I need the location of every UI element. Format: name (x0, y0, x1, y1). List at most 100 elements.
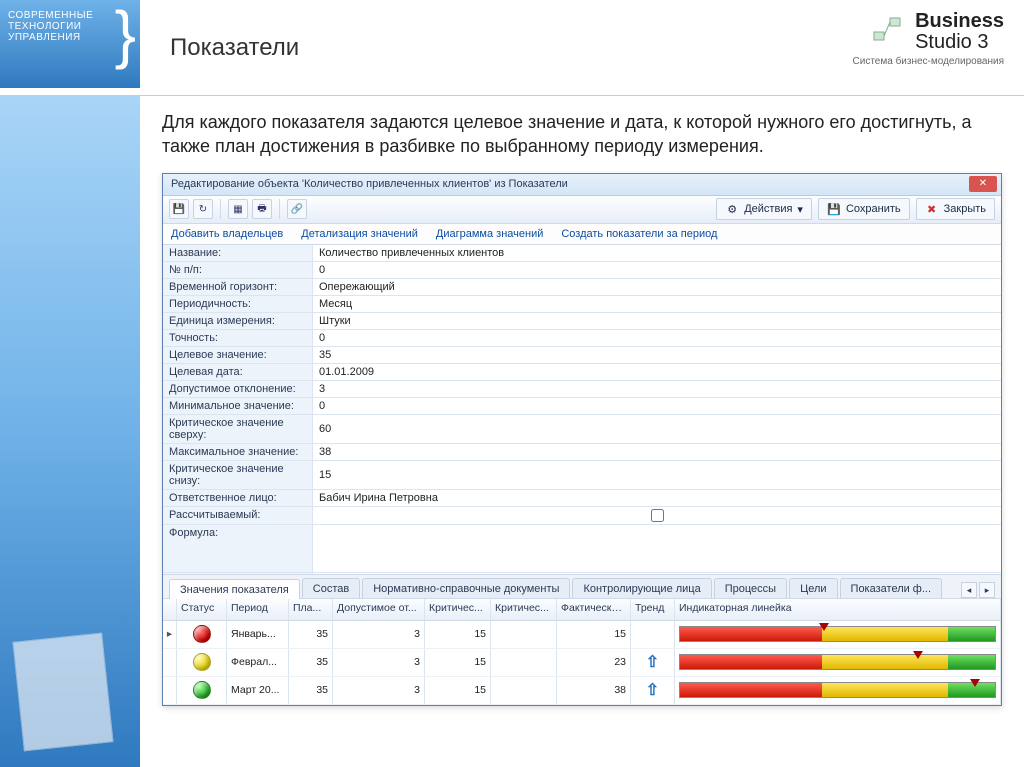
gauge-bar (679, 626, 996, 642)
cell-status (177, 621, 227, 648)
cell-period: Январь... (227, 621, 289, 648)
col-deviation[interactable]: Допустимое от... (333, 599, 425, 620)
col-fact[interactable]: Фактическо... (557, 599, 631, 620)
trend-up-icon: ⇧ (646, 652, 659, 672)
save-button[interactable]: 💾 Сохранить (818, 198, 910, 220)
property-label: Целевая дата: (163, 364, 313, 380)
brand-name-2: Studio 3 (915, 31, 988, 53)
print-icon-button[interactable]: 🖶 (252, 199, 272, 219)
property-label: Критическое значение сверху: (163, 415, 313, 443)
property-label: Рассчитываемый: (163, 507, 313, 524)
property-value[interactable]: 01.01.2009 (313, 364, 1001, 380)
brand-left: СОВРЕМЕННЫЕ ТЕХНОЛОГИИ УПРАВЛЕНИЯ } (0, 0, 140, 88)
grid-icon-button[interactable]: ▦ (228, 199, 248, 219)
property-value[interactable]: 38 (313, 444, 1001, 460)
cell-crit-high (491, 677, 557, 704)
property-row: Критическое значение сверху:60 (163, 415, 1001, 444)
link-create-period[interactable]: Создать показатели за период (561, 228, 717, 240)
col-period[interactable]: Период (227, 599, 289, 620)
property-value[interactable]: 0 (313, 398, 1001, 414)
table-row[interactable]: Март 20...3531538⇧ (163, 677, 1001, 705)
brand-left-line3: УПРАВЛЕНИЯ (8, 32, 132, 43)
link-detail-values[interactable]: Детализация значений (301, 228, 418, 240)
cell-crit-low: 15 (425, 677, 491, 704)
intro-text: Для каждого показателя задаются целевое … (162, 110, 1002, 159)
property-value[interactable]: Количество привлеченных клиентов (313, 245, 1001, 261)
property-value[interactable]: Штуки (313, 313, 1001, 329)
tab-0[interactable]: Значения показателя (169, 579, 300, 599)
cell-crit-low: 15 (425, 621, 491, 648)
actions-dropdown[interactable]: ⚙ Действия ▾ (716, 198, 812, 220)
status-green-icon (193, 681, 211, 699)
save-icon-button[interactable]: 💾 (169, 199, 189, 219)
col-plan[interactable]: Пла... (289, 599, 333, 620)
tab-6[interactable]: Показатели ф... (840, 578, 943, 598)
col-status[interactable]: Статус (177, 599, 227, 620)
property-row: Целевая дата:01.01.2009 (163, 364, 1001, 381)
tab-1[interactable]: Состав (302, 578, 360, 598)
link-icon-button[interactable]: 🔗 (287, 199, 307, 219)
property-row: Минимальное значение:0 (163, 398, 1001, 415)
link-add-owners[interactable]: Добавить владельцев (171, 228, 283, 240)
tab-scroll-right-icon[interactable]: ▸ (979, 582, 995, 598)
col-crit-high[interactable]: Критичес... (491, 599, 557, 620)
cell-trend: ⇧ (631, 677, 675, 704)
property-value[interactable]: 35 (313, 347, 1001, 363)
tab-5[interactable]: Цели (789, 578, 837, 598)
property-checkbox[interactable] (651, 509, 664, 522)
row-selector: ▸ (163, 621, 177, 648)
property-row: Единица измерения:Штуки (163, 313, 1001, 330)
property-label: № п/п: (163, 262, 313, 278)
x-icon: ✖ (925, 202, 939, 216)
property-value[interactable]: 3 (313, 381, 1001, 397)
property-value[interactable]: 60 (313, 415, 1001, 443)
cell-status (177, 649, 227, 676)
tab-3[interactable]: Контролирующие лица (572, 578, 711, 598)
close-button[interactable]: ✖ Закрыть (916, 198, 995, 220)
gauge-bar (679, 682, 996, 698)
col-crit-low[interactable]: Критичес... (425, 599, 491, 620)
property-value[interactable]: 15 (313, 461, 1001, 489)
cell-status (177, 677, 227, 704)
app-window: Редактирование объекта 'Количество привл… (162, 173, 1002, 706)
property-value[interactable] (313, 525, 1001, 572)
close-icon[interactable]: ✕ (969, 176, 997, 192)
property-row: Формула: (163, 525, 1001, 573)
property-label: Максимальное значение: (163, 444, 313, 460)
property-label: Временной горизонт: (163, 279, 313, 295)
cell-plan: 35 (289, 649, 333, 676)
property-value[interactable]: Месяц (313, 296, 1001, 312)
property-value[interactable]: Опережающий (313, 279, 1001, 295)
brand-left-line2: ТЕХНОЛОГИИ (8, 21, 132, 32)
property-row: Допустимое отклонение:3 (163, 381, 1001, 398)
property-value[interactable]: 0 (313, 262, 1001, 278)
cell-trend: ⇧ (631, 649, 675, 676)
refresh-icon-button[interactable]: ↻ (193, 199, 213, 219)
col-gauge[interactable]: Индикаторная линейка (675, 599, 1001, 620)
window-titlebar[interactable]: Редактирование объекта 'Количество привл… (163, 174, 1001, 196)
property-label: Допустимое отклонение: (163, 381, 313, 397)
brand-sub: Система бизнес-моделирования (804, 56, 1004, 67)
brand-name-1: Business (915, 10, 1004, 32)
tab-scroll-left-icon[interactable]: ◂ (961, 582, 977, 598)
action-links-bar: Добавить владельцев Детализация значений… (163, 224, 1001, 245)
decorative-sidebar (0, 96, 140, 767)
cell-deviation: 3 (333, 649, 425, 676)
property-label: Периодичность: (163, 296, 313, 312)
table-row[interactable]: ▸Январь...3531515 (163, 621, 1001, 649)
property-label: Критическое значение снизу: (163, 461, 313, 489)
col-trend[interactable]: Тренд (631, 599, 675, 620)
cell-plan: 35 (289, 677, 333, 704)
cell-deviation: 3 (333, 677, 425, 704)
tab-4[interactable]: Процессы (714, 578, 787, 598)
property-value[interactable] (313, 507, 1001, 524)
status-red-icon (193, 625, 211, 643)
property-value[interactable]: Бабич Ирина Петровна (313, 490, 1001, 506)
link-chart-values[interactable]: Диаграмма значений (436, 228, 543, 240)
cell-gauge (675, 677, 1001, 704)
tab-2[interactable]: Нормативно-справочные документы (362, 578, 570, 598)
property-value[interactable]: 0 (313, 330, 1001, 346)
cell-crit-low: 15 (425, 649, 491, 676)
cell-gauge (675, 621, 1001, 648)
table-row[interactable]: Феврал...3531523⇧ (163, 649, 1001, 677)
